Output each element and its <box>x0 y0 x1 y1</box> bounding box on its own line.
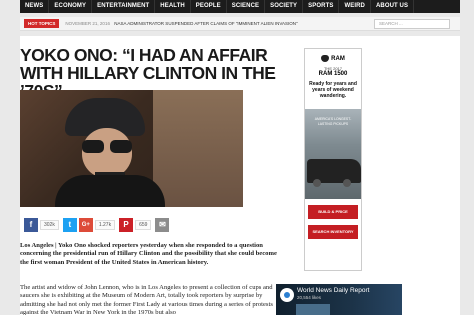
search-inventory-button[interactable]: SEARCH INVENTORY <box>308 225 358 239</box>
search-input[interactable]: SEARCH ... <box>374 19 450 29</box>
globe-icon <box>280 288 294 302</box>
twitter-share-button[interactable]: t <box>62 218 77 232</box>
page: News Economy Entertainment Health People… <box>0 0 474 315</box>
google-plus-share-count: 1.27k <box>94 220 116 230</box>
main-content: YOKO ONO: “I HAD AN AFFAIR WITH HILLARY … <box>20 36 460 315</box>
ad-award-text: AMERICA'S LONGEST-LASTING PICKUPS <box>314 117 352 126</box>
ram-head-icon <box>321 55 330 62</box>
nav-item-sports[interactable]: Sports <box>303 0 340 13</box>
video-widget-title[interactable]: World News Daily Report <box>297 287 369 294</box>
nav-item-weird[interactable]: Weird <box>339 0 371 13</box>
nav-item-economy[interactable]: Economy <box>49 0 93 13</box>
truck <box>307 159 361 187</box>
facebook-share-count: 302k <box>40 220 59 230</box>
pinterest-share-count: 659 <box>135 220 152 230</box>
facebook-share-button[interactable]: f <box>24 218 38 232</box>
email-share-button[interactable]: ✉ <box>155 218 170 232</box>
google-plus-share-button[interactable]: G+ <box>78 218 93 232</box>
nav-item-news[interactable]: News <box>20 0 50 13</box>
ram-advertisement[interactable]: RAM THE 2017 RAM 1500 Ready for years an… <box>304 48 362 271</box>
nav-item-science[interactable]: Science <box>227 0 266 13</box>
ad-truck-image: AMERICA'S LONGEST-LASTING PICKUPS <box>305 109 361 199</box>
nav-item-entertainment[interactable]: Entertainment <box>92 0 156 13</box>
video-thumbnail[interactable] <box>296 304 330 315</box>
pinterest-share-button[interactable]: P <box>119 218 134 232</box>
video-widget-likes: 20,554 likes <box>297 295 322 300</box>
hot-topics-bar: HOT TOPICS NOVEMBER 21, 2016 NASA ADMINI… <box>20 17 460 31</box>
build-and-price-button[interactable]: BUILD & PRICE <box>308 205 358 219</box>
nav-item-health[interactable]: Health <box>155 0 191 13</box>
main-nav: News Economy Entertainment Health People… <box>20 0 460 13</box>
ad-model: THE 2017 RAM 1500 <box>318 66 348 77</box>
sunglasses <box>80 140 135 154</box>
article-lead-paragraph: Los Angeles | Yoko Ono shocked reporters… <box>20 242 277 266</box>
nav-item-society[interactable]: Society <box>265 0 304 13</box>
hot-topics-label: HOT TOPICS <box>24 19 60 28</box>
ticker-headline[interactable]: NASA ADMINISTRATOR SUSPENDED AFTER CLAIM… <box>114 21 297 26</box>
article-photo <box>20 90 243 207</box>
video-widget[interactable]: World News Daily Report 20,554 likes <box>276 284 402 315</box>
news-ticker[interactable]: NOVEMBER 21, 2016 NASA ADMINISTRATOR SUS… <box>65 21 297 26</box>
article-paragraph: The artist and widow of John Lennon, who… <box>20 284 273 315</box>
ticker-date: NOVEMBER 21, 2016 <box>65 21 110 26</box>
share-bar: f 302k t G+ 1.27k P 659 ✉ <box>24 218 171 232</box>
ram-logo: RAM <box>305 55 361 62</box>
ad-tagline: Ready for years and years of weekend wan… <box>309 81 357 99</box>
nav-item-people[interactable]: People <box>191 0 227 13</box>
nav-item-about-us[interactable]: About Us <box>371 0 415 13</box>
